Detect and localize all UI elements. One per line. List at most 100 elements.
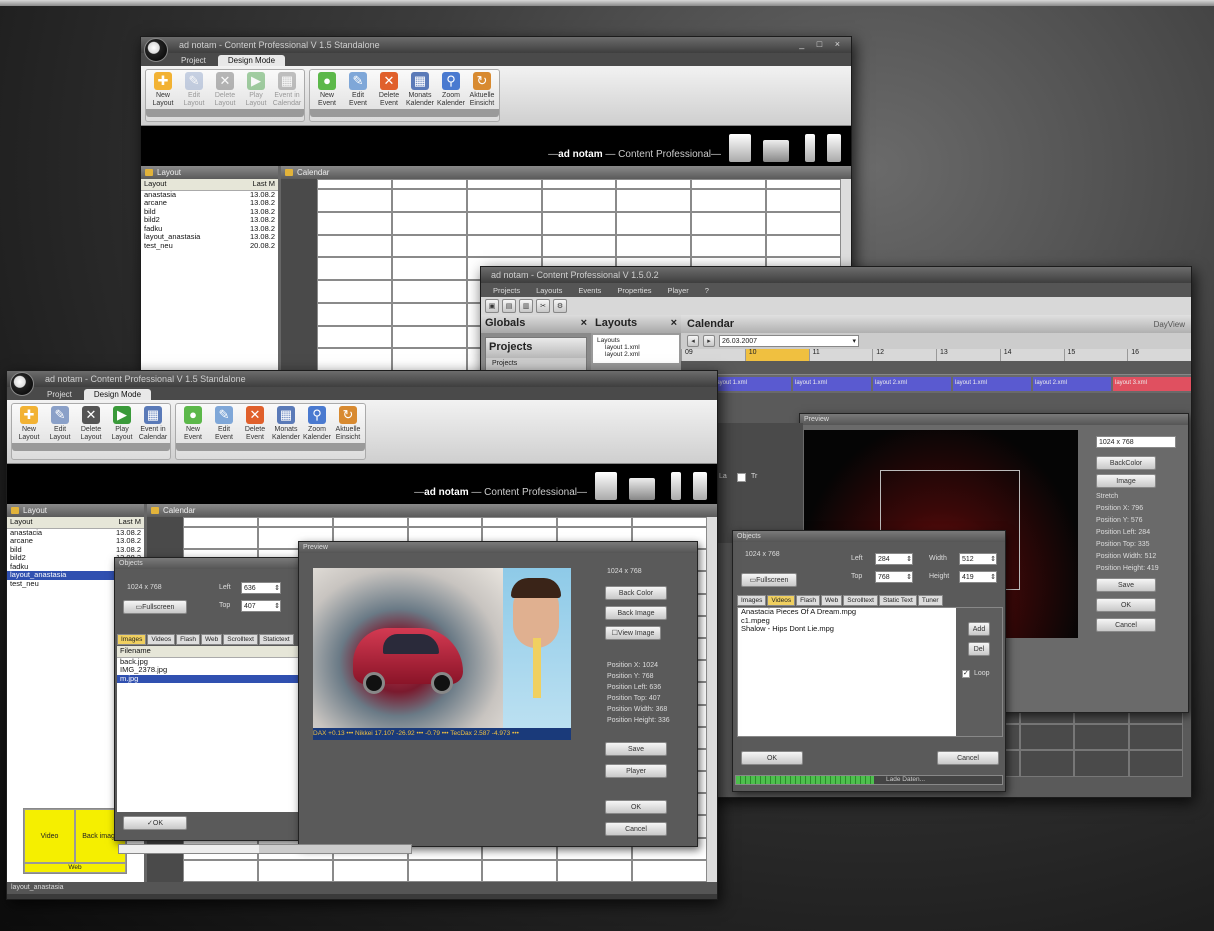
calendar-cell[interactable] bbox=[541, 189, 617, 212]
delete-layout-button[interactable]: ✕ Delete Layout bbox=[76, 405, 106, 442]
calendar-cell[interactable] bbox=[616, 179, 692, 189]
calendar-cell[interactable] bbox=[317, 325, 392, 349]
event-block[interactable]: layout 3.xml bbox=[1113, 377, 1191, 391]
calendar-cell[interactable] bbox=[391, 211, 467, 235]
calendar-cell[interactable] bbox=[691, 189, 767, 212]
calendar-cell[interactable] bbox=[482, 859, 558, 882]
menu-item[interactable]: Properties bbox=[617, 286, 651, 295]
horizontal-scrollbar[interactable] bbox=[118, 844, 412, 854]
zoom-kalender-button[interactable]: ⚲ Zoom Kalender bbox=[302, 405, 332, 442]
edit-event-button[interactable]: ✎ Edit Event bbox=[209, 405, 239, 442]
tab-tuner[interactable]: Tuner bbox=[917, 595, 943, 606]
preview-side-button[interactable]: Image bbox=[1096, 474, 1156, 488]
aktuelle-einsicht-button[interactable]: ↻ Aktuelle Einsicht bbox=[467, 71, 497, 108]
calendar-cell[interactable] bbox=[691, 234, 767, 258]
edit-layout-button[interactable]: ✎ Edit Layout bbox=[179, 71, 209, 108]
event-block[interactable]: layout 2.xml bbox=[873, 377, 951, 391]
calendar-cell[interactable] bbox=[391, 257, 467, 280]
new-layout-button[interactable]: ✚ New Layout bbox=[148, 71, 178, 108]
file-list[interactable]: Filename back.jpg IMG_2378.jpg m.jpg bbox=[117, 646, 299, 812]
cancel-button[interactable]: Cancel bbox=[605, 822, 667, 836]
calendar-cell[interactable] bbox=[466, 179, 542, 189]
settings-icon[interactable]: ⚙ bbox=[553, 299, 567, 313]
tab-scrolltext[interactable]: Scrolltext bbox=[843, 595, 878, 606]
calendar-cell[interactable] bbox=[766, 211, 841, 235]
layout-thumbnail[interactable]: Video Back image Web bbox=[23, 808, 127, 874]
calendar-cell[interactable] bbox=[317, 257, 392, 280]
back-color-button[interactable]: Back Color bbox=[605, 586, 667, 600]
play-layout-button[interactable]: ▶ Play Layout bbox=[107, 405, 137, 442]
file-list[interactable]: Anastacia Pieces Of A Dream.mpg c1.mpeg Sh… bbox=[738, 607, 956, 736]
calendar-cell[interactable] bbox=[257, 859, 333, 882]
preview-side-button[interactable]: BackColor bbox=[1096, 456, 1156, 470]
event-block[interactable]: layout 1.xml bbox=[953, 377, 1031, 391]
new-event-button[interactable]: ● New Event bbox=[312, 71, 342, 108]
calendar-cell[interactable] bbox=[183, 527, 258, 550]
calendar-cell[interactable] bbox=[691, 211, 767, 235]
layouts-header[interactable]: Layouts × bbox=[591, 315, 681, 333]
monats-kalender-button[interactable]: ▦ Monats Kalender bbox=[271, 405, 301, 442]
cancel-button[interactable]: Cancel bbox=[937, 751, 999, 765]
save-button[interactable]: Save bbox=[605, 742, 667, 756]
tab-images[interactable]: Images bbox=[117, 634, 147, 645]
app-logo-icon[interactable] bbox=[144, 38, 168, 62]
ok-button[interactable]: OK bbox=[741, 751, 803, 765]
fullscreen-button[interactable]: ▭ Fullscreen bbox=[123, 600, 187, 614]
calendar-cell[interactable] bbox=[632, 517, 707, 527]
preview-action-button[interactable]: Cancel bbox=[1096, 618, 1156, 632]
tab-videos[interactable]: Videos bbox=[147, 634, 176, 645]
monats-kalender-button[interactable]: ▦ Monats Kalender bbox=[405, 71, 435, 108]
title-bar[interactable]: ad notam - Content Professional V 1.5 St… bbox=[141, 37, 851, 62]
tab-flash[interactable]: Flash bbox=[176, 634, 200, 645]
title-bar[interactable]: ad notam - Content Professional V 1.5.0.… bbox=[481, 267, 1191, 283]
menu-item[interactable]: Layouts bbox=[536, 286, 562, 295]
delete-event-button[interactable]: ✕ Delete Event bbox=[374, 71, 404, 108]
event-block[interactable]: layout 1.xml bbox=[713, 377, 791, 391]
calendar-cell[interactable] bbox=[766, 234, 841, 258]
resolution-select[interactable]: 1024 x 768 bbox=[1096, 436, 1176, 448]
side-checkbox[interactable] bbox=[737, 473, 746, 482]
tree-item[interactable]: layout 2.xml bbox=[595, 351, 677, 358]
menu-item[interactable]: ? bbox=[705, 286, 709, 295]
calendar-cell[interactable] bbox=[541, 211, 617, 235]
edit-event-button[interactable]: ✎ Edit Event bbox=[343, 71, 373, 108]
view-image-button[interactable]: ☐ View Image bbox=[605, 626, 661, 640]
calendar-cell[interactable] bbox=[466, 189, 542, 212]
calendar-cell[interactable] bbox=[766, 179, 841, 189]
calendar-cell[interactable] bbox=[317, 179, 392, 189]
ok-button[interactable]: OK bbox=[605, 800, 667, 814]
tab-web[interactable]: Web bbox=[201, 634, 223, 645]
calendar-cell[interactable] bbox=[317, 189, 392, 212]
calendar-cell[interactable] bbox=[391, 302, 467, 326]
top-field[interactable]: 407 ⇕ bbox=[241, 600, 281, 612]
open-icon[interactable]: ▤ bbox=[502, 299, 516, 313]
calendar-cell[interactable] bbox=[317, 302, 392, 326]
left-field[interactable]: 636 ⇕ bbox=[241, 582, 281, 594]
title-bar[interactable]: ad notam - Content Professional V 1.5 St… bbox=[7, 371, 717, 396]
tab-static-text[interactable]: Static Text bbox=[878, 595, 917, 606]
next-icon[interactable]: ▸ bbox=[703, 335, 715, 347]
preview-side-text[interactable]: Stretch bbox=[1096, 493, 1176, 500]
list-item[interactable]: m.jpg bbox=[117, 674, 299, 683]
scroll-thumb[interactable] bbox=[119, 845, 259, 853]
calendar-cell[interactable] bbox=[482, 517, 558, 527]
calendar-cell[interactable] bbox=[557, 859, 633, 882]
calendar-cell[interactable] bbox=[1128, 723, 1183, 751]
preview-action-button[interactable]: OK bbox=[1096, 598, 1156, 612]
top-field[interactable]: 768 ⇕ bbox=[875, 571, 913, 583]
calendar-cell[interactable] bbox=[1074, 723, 1129, 751]
calendar-cell[interactable] bbox=[616, 189, 692, 212]
calendar-cell[interactable] bbox=[1019, 750, 1075, 777]
calendar-cell[interactable] bbox=[257, 517, 333, 527]
left-field[interactable]: 284 ⇕ bbox=[875, 553, 913, 565]
calendar-cell[interactable] bbox=[317, 211, 392, 235]
calendar-cell[interactable] bbox=[317, 234, 392, 258]
player-button[interactable]: Player bbox=[605, 764, 667, 778]
save-icon[interactable]: ▥ bbox=[519, 299, 533, 313]
tab-project[interactable]: Project bbox=[171, 55, 216, 66]
list-item[interactable]: IMG_2378.jpg bbox=[117, 665, 299, 675]
ok-button[interactable]: ✓ OK bbox=[123, 816, 187, 830]
projects-header[interactable]: Projects bbox=[486, 338, 586, 358]
window-controls[interactable]: _ □ × bbox=[799, 39, 845, 49]
zoom-kalender-button[interactable]: ⚲ Zoom Kalender bbox=[436, 71, 466, 108]
